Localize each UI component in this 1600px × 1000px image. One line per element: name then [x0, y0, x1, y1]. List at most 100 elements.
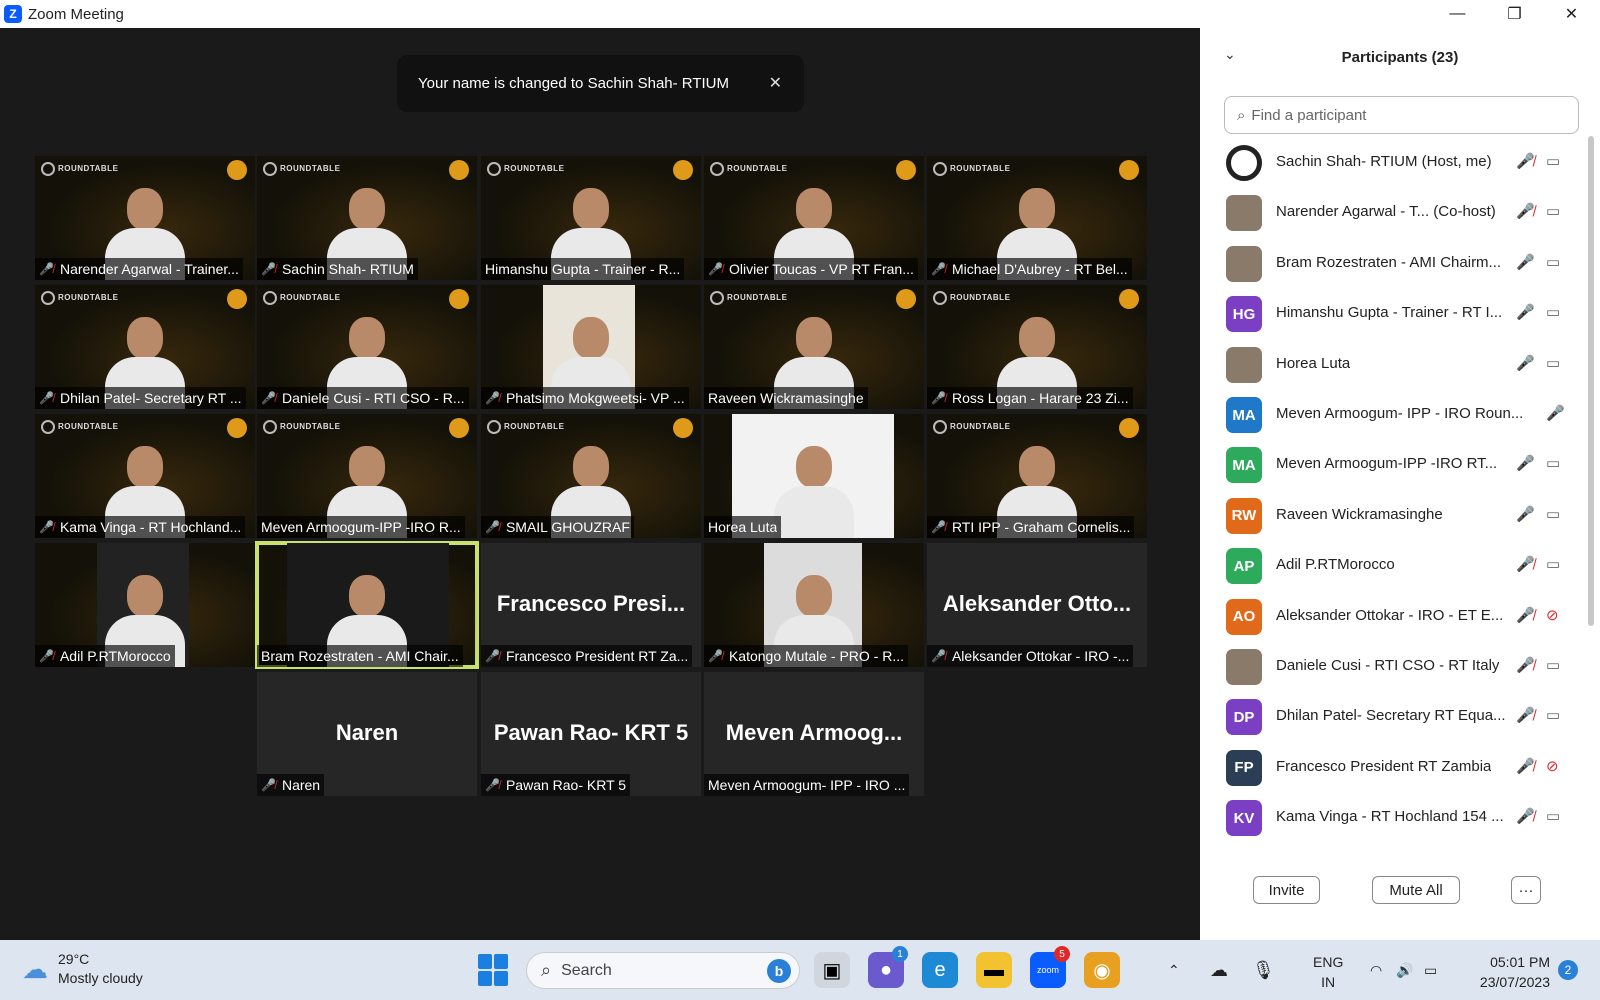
windows-start-icon[interactable]	[478, 954, 510, 986]
participant-row[interactable]: Narender Agarwal - T... (Co-host) 🎤̸ ▭	[1200, 188, 1585, 238]
video-tile[interactable]: Bram Rozestraten - AMI Chair...	[255, 541, 479, 669]
avatar	[1226, 195, 1262, 232]
video-tile[interactable]: Francesco Presi... 🎤̸ Francesco President …	[481, 543, 701, 667]
participant-row[interactable]: MA Meven Armoogum-IPP -IRO RT... 🎤 ▭	[1200, 440, 1585, 490]
muted-mic-icon[interactable]: 🎤̸	[1516, 152, 1535, 170]
participant-row[interactable]: MA Meven Armoogum- IPP - IRO Roun... 🎤	[1200, 390, 1585, 440]
onedrive-cloud-icon[interactable]: ☁	[1210, 940, 1228, 1000]
video-tile[interactable]: ROUNDTABLE 🎤̸ SMAIL GHOUZRAF	[481, 414, 701, 538]
mic-icon[interactable]: 🎤	[1516, 505, 1535, 523]
more-options-button[interactable]: ···	[1511, 876, 1541, 904]
edge-browser-icon[interactable]: e	[922, 952, 958, 988]
video-tile[interactable]: ROUNDTABLE 🎤̸ Daniele Cusi - RTI CSO - R..…	[257, 285, 477, 409]
weather-widget[interactable]: ☁ 29°C Mostly cloudy	[22, 950, 143, 988]
maximize-button[interactable]: ❐	[1486, 0, 1543, 28]
participant-row[interactable]: Sachin Shah- RTIUM (Host, me) 🎤̸ ▭	[1200, 138, 1585, 188]
muted-mic-icon: 🎤̸	[39, 520, 54, 534]
speaker-icon[interactable]: 🔊	[1396, 940, 1413, 1000]
video-tile[interactable]: ROUNDTABLE 🎤̸ Narender Agarwal - Trainer..…	[35, 156, 255, 280]
participant-search-input[interactable]	[1251, 106, 1552, 124]
participant-list-scrollbar[interactable]	[1588, 136, 1594, 626]
participant-row[interactable]: DP Dhilan Patel- Secretary RT Equa... 🎤̸ ▭	[1200, 692, 1585, 742]
bing-icon[interactable]: b	[767, 959, 791, 983]
muted-mic-icon[interactable]: 🎤̸	[1516, 706, 1535, 724]
participant-row[interactable]: RW Raveen Wickramasinghe 🎤 ▭	[1200, 491, 1585, 541]
region-code: IN	[1321, 974, 1336, 990]
video-tile[interactable]: Naren 🎤̸ Naren	[257, 672, 477, 796]
mic-icon[interactable]: 🎤	[1516, 253, 1535, 271]
close-button[interactable]: ✕	[1543, 0, 1600, 28]
system-clock[interactable]: 05:01 PM 23/07/2023	[1466, 952, 1550, 992]
mic-icon[interactable]: 🎤	[1546, 404, 1565, 422]
muted-mic-icon[interactable]: 🎤̸	[1516, 202, 1535, 220]
participant-name: Dhilan Patel- Secretary RT Equa...	[1276, 707, 1506, 725]
video-camera-icon[interactable]: ▭	[1546, 202, 1560, 220]
video-tile[interactable]: 🎤̸ Katongo Mutale - PRO - R...	[704, 543, 924, 667]
video-camera-icon[interactable]: ▭	[1546, 807, 1560, 825]
video-tile[interactable]: Pawan Rao- KRT 5 🎤̸ Pawan Rao- KRT 5	[481, 672, 701, 796]
mute-all-button[interactable]: Mute All	[1372, 876, 1460, 904]
video-tile[interactable]: ROUNDTABLE 🎤̸ Olivier Toucas - VP RT Fran.…	[704, 156, 924, 280]
video-tile[interactable]: Meven Armoog... Meven Armoogum- IPP - IRO…	[704, 672, 924, 796]
video-camera-icon[interactable]: ▭	[1546, 303, 1560, 321]
video-camera-icon[interactable]: ▭	[1546, 354, 1560, 372]
video-tile[interactable]: ROUNDTABLE Meven Armoogum-IPP -IRO R...	[257, 414, 477, 538]
video-tile[interactable]: ROUNDTABLE 🎤̸ RTI IPP - Graham Cornelis...	[927, 414, 1147, 538]
video-tile[interactable]: ROUNDTABLE 🎤̸ Kama Vinga - RT Hochland...	[35, 414, 255, 538]
video-tile[interactable]: ROUNDTABLE 🎤̸ Dhilan Patel- Secretary RT .…	[35, 285, 255, 409]
minimize-button[interactable]: —	[1429, 0, 1486, 28]
file-explorer-icon[interactable]: ▬	[976, 952, 1012, 988]
video-tile[interactable]: ROUNDTABLE 🎤̸ Ross Logan - Harare 23 Zi...	[927, 285, 1147, 409]
video-camera-icon[interactable]: ▭	[1546, 152, 1560, 170]
invite-button[interactable]: Invite	[1253, 876, 1320, 904]
video-tile[interactable]: ROUNDTABLE Raveen Wickramasinghe	[704, 285, 924, 409]
microphone-icon[interactable]: 🎙	[1252, 940, 1275, 1000]
mic-icon[interactable]: 🎤	[1516, 303, 1535, 321]
muted-mic-icon[interactable]: 🎤̸	[1516, 757, 1535, 775]
video-tile[interactable]: 🎤̸ Adil P.RTMorocco	[35, 543, 255, 667]
tile-name-text: SMAIL GHOUZRAF	[505, 519, 630, 535]
zoom-taskbar-icon[interactable]: zoom 5	[1030, 946, 1070, 988]
participant-row[interactable]: AO Aleksander Ottokar - IRO - ET E... 🎤̸ ⊘	[1200, 592, 1585, 642]
participant-row[interactable]: FP Francesco President RT Zambia 🎤̸ ⊘	[1200, 743, 1585, 793]
participant-row[interactable]: Daniele Cusi - RTI CSO - RT Italy 🎤̸ ▭	[1200, 642, 1585, 692]
video-camera-icon[interactable]: ▭	[1546, 656, 1560, 674]
wifi-icon[interactable]: ◠	[1370, 940, 1382, 1000]
participant-row[interactable]: KV Kama Vinga - RT Hochland 154 ... 🎤̸ ▭	[1200, 793, 1585, 843]
battery-icon[interactable]: ▭	[1424, 940, 1437, 1000]
video-camera-icon[interactable]: ▭	[1546, 555, 1560, 573]
mic-icon[interactable]: 🎤	[1516, 454, 1535, 472]
video-tile[interactable]: Horea Luta	[704, 414, 924, 538]
video-tile[interactable]: ROUNDTABLE Himanshu Gupta - Trainer - R..…	[481, 156, 701, 280]
teams-chat-icon[interactable]: ● 1	[868, 946, 908, 988]
language-indicator[interactable]: ENG IN	[1313, 952, 1343, 992]
participant-row[interactable]: HG Himanshu Gupta - Trainer - RT I... 🎤 ▭	[1200, 289, 1585, 339]
video-off-icon[interactable]: ⊘	[1546, 757, 1559, 775]
muted-mic-icon[interactable]: 🎤̸	[1516, 807, 1535, 825]
video-camera-icon[interactable]: ▭	[1546, 706, 1560, 724]
notification-badge[interactable]: 2	[1558, 960, 1578, 980]
video-off-icon[interactable]: ⊘	[1546, 606, 1559, 624]
video-tile[interactable]: 🎤̸ Phatsimo Mokgweetsi- VP ...	[481, 285, 701, 409]
video-tile[interactable]: ROUNDTABLE 🎤̸ Sachin Shah- RTIUM	[257, 156, 477, 280]
participant-row[interactable]: AP Adil P.RTMorocco 🎤̸ ▭	[1200, 541, 1585, 591]
task-view-icon[interactable]: ▣	[814, 952, 850, 988]
muted-mic-icon[interactable]: 🎤̸	[1516, 656, 1535, 674]
video-tile[interactable]: Aleksander Otto... 🎤̸ Aleksander Ottokar -…	[927, 543, 1147, 667]
chevron-up-icon[interactable]: ⌃	[1168, 940, 1180, 1000]
video-camera-icon[interactable]: ▭	[1546, 454, 1560, 472]
video-camera-icon[interactable]: ▭	[1546, 253, 1560, 271]
taskbar-search[interactable]: ⌕ Search b	[526, 952, 800, 989]
video-tile[interactable]: ROUNDTABLE 🎤̸ Michael D'Aubrey - RT Bel...	[927, 156, 1147, 280]
participant-row[interactable]: Bram Rozestraten - AMI Chairm... 🎤 ▭	[1200, 239, 1585, 289]
muted-mic-icon[interactable]: 🎤̸	[1516, 606, 1535, 624]
toast-close-icon[interactable]: ✕	[769, 73, 782, 93]
participant-search[interactable]: ⌕	[1224, 96, 1579, 134]
tile-name-text: Meven Armoogum-IPP -IRO R...	[261, 519, 461, 535]
video-camera-icon[interactable]: ▭	[1546, 505, 1560, 523]
mic-icon[interactable]: 🎤	[1516, 354, 1535, 372]
participant-row[interactable]: Horea Luta 🎤 ▭	[1200, 340, 1585, 390]
muted-mic-icon[interactable]: 🎤̸	[1516, 555, 1535, 573]
chrome-browser-icon[interactable]: ◉	[1084, 952, 1120, 988]
scale-up-badge-icon	[449, 289, 469, 309]
